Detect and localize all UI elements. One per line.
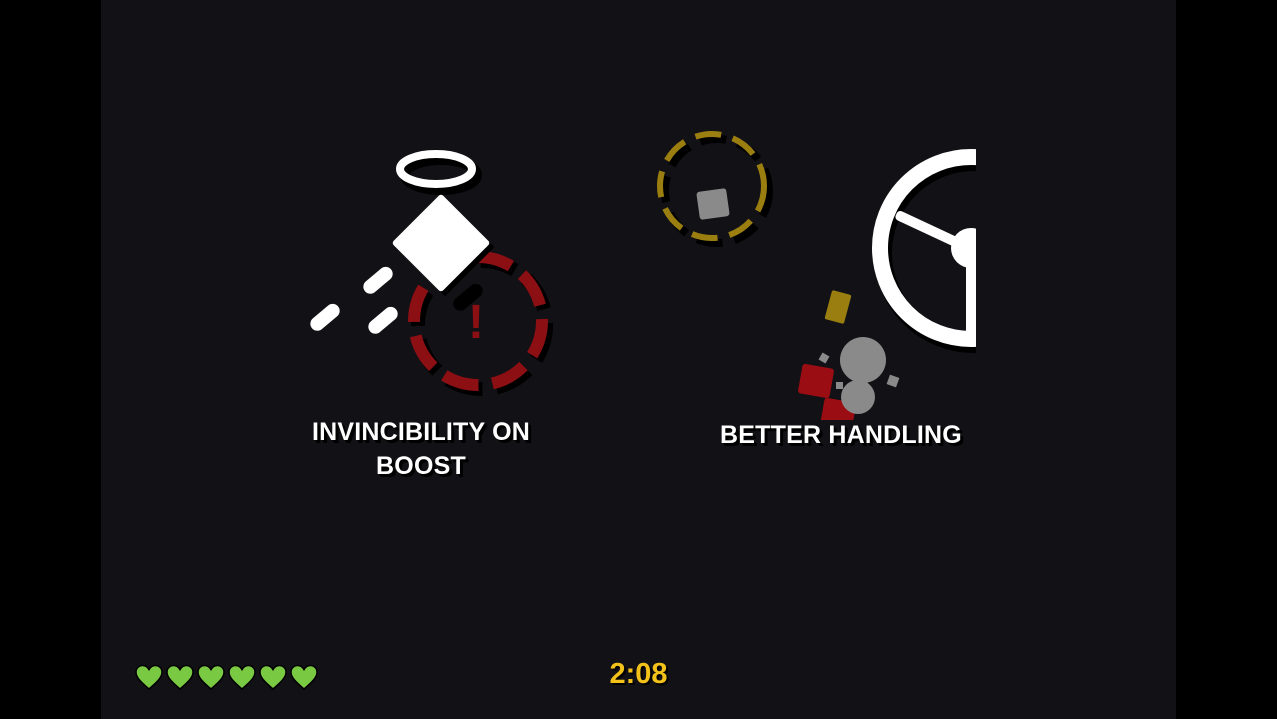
halo-shape: [396, 150, 482, 195]
target-ring: [657, 131, 773, 247]
heart-icon: [197, 664, 225, 690]
heart-icon: [228, 664, 256, 690]
round-timer: 2:08: [609, 658, 668, 690]
steering-wheel-icon: [657, 131, 976, 420]
upgrade-label: INVINCIBILITY ON BOOST: [311, 418, 531, 480]
halo-boost-invincibility-icon: !: [310, 150, 553, 396]
player-diamond: [392, 194, 495, 297]
lives-hearts: [135, 664, 318, 696]
upgrade-option-invincibility[interactable]: ! INVINCIBILITY ON BOOST: [271, 130, 571, 490]
heart-icon: [166, 664, 194, 690]
game-area: ! INVINCIBILITY ON BOOST BETTER HANDLING…: [101, 0, 1176, 719]
upgrade-label: BETTER HANDLING: [720, 421, 962, 449]
heart-icon: [290, 664, 318, 690]
game-screen: ! INVINCIBILITY ON BOOST BETTER HANDLING…: [0, 0, 1277, 719]
upgrade-option-better-handling[interactable]: BETTER HANDLING: [646, 120, 976, 460]
steering-wheel: [872, 149, 976, 353]
heart-icon: [259, 664, 287, 690]
collision-debris: [798, 337, 900, 420]
yellow-block: [824, 290, 852, 324]
heart-icon: [135, 664, 163, 690]
